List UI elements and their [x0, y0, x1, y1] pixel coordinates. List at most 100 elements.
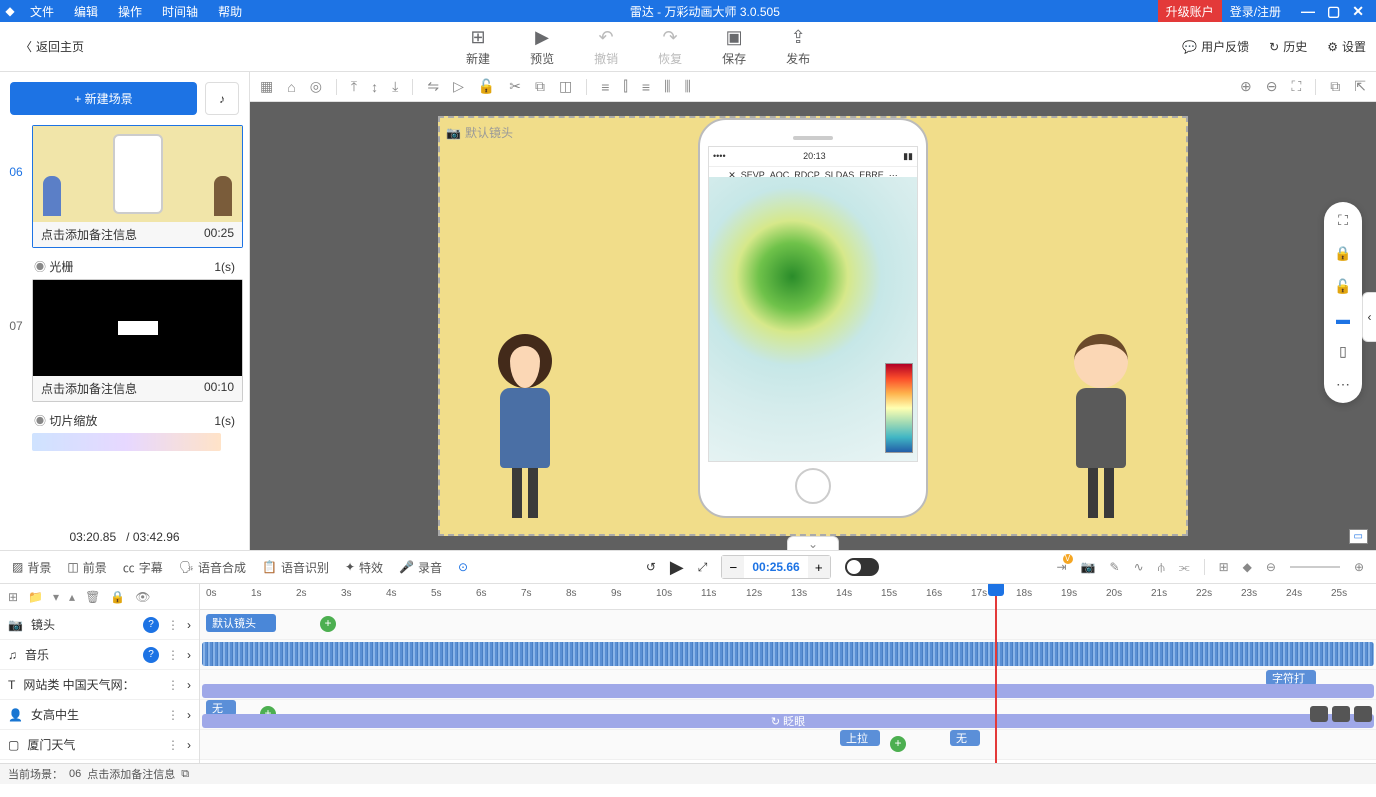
fx-button[interactable]: ✦特效 — [345, 559, 383, 576]
fit-icon[interactable]: ⛶ — [1291, 78, 1301, 95]
minimize-icon[interactable]: — — [1301, 3, 1315, 19]
help-icon[interactable]: ? — [143, 647, 159, 663]
play-icon[interactable]: ◉ — [34, 260, 46, 274]
time-ruler[interactable]: 0s1s2s3s4s5s6s7s8s9s10s11s12s13s14s15s16… — [200, 584, 1376, 610]
scene-thumbnail[interactable] — [33, 126, 242, 222]
track-lanes[interactable]: 0s1s2s3s4s5s6s7s8s9s10s11s12s13s14s15s16… — [200, 584, 1376, 763]
eye-icon[interactable]: 👁 — [135, 590, 150, 604]
menu-timeline[interactable]: 时间轴 — [152, 3, 208, 20]
menu-help[interactable]: 帮助 — [208, 3, 252, 20]
tts-button[interactable]: 🗣语音合成 — [179, 559, 246, 576]
track-row[interactable]: 无 + ↻ 眨眼 — [200, 700, 1376, 730]
zoom-out-icon[interactable]: ⊖ — [1266, 78, 1278, 95]
scene-stage[interactable]: 📷 默认镜头 ••••20:13▮▮ ✕ SEVP_AOC_RDCP_SLDAS… — [438, 116, 1188, 536]
target-icon[interactable]: ◎ — [310, 78, 322, 95]
track-menu[interactable]: ⋮ — [167, 738, 179, 752]
zoom-in-icon[interactable]: ⊕ — [1240, 78, 1252, 95]
record-button[interactable]: 🎤录音 — [399, 559, 442, 576]
play-button[interactable]: ▶ — [670, 557, 684, 578]
marker-icon[interactable]: ◆ — [1243, 560, 1252, 574]
zoom-in-tl-icon[interactable]: ⊕ — [1354, 560, 1364, 574]
duplicate-icon[interactable]: ⧉ — [1330, 78, 1340, 95]
chevron-icon[interactable]: › — [187, 618, 191, 632]
audio-clip[interactable] — [202, 642, 1374, 666]
back-button[interactable]: 〈 返回主页 — [10, 38, 94, 55]
home-icon[interactable]: ⌂ — [287, 79, 295, 95]
asr-button[interactable]: 📋语音识别 — [262, 559, 329, 576]
flip-v-icon[interactable]: ▷ — [453, 78, 464, 95]
trash-icon[interactable]: 🗑 — [85, 590, 100, 604]
more-icon[interactable]: ⋯ — [1336, 376, 1350, 393]
chevron-icon[interactable]: › — [187, 738, 191, 752]
track-menu[interactable]: ⋮ — [167, 618, 179, 632]
feedback-button[interactable]: 💬用户反馈 — [1182, 38, 1249, 55]
phone-element[interactable]: ••••20:13▮▮ ✕ SEVP_AOC_RDCP_SLDAS_EBRE ⋯… — [698, 118, 928, 518]
subtitle-button[interactable]: ㏄字幕 — [123, 559, 163, 576]
track-row[interactable]: 字符打 — [200, 670, 1376, 700]
wave-icon[interactable]: ∿ — [1134, 560, 1144, 574]
track-row[interactable]: 默认镜头 + — [200, 610, 1376, 640]
dist-h-icon[interactable]: ⫼ — [664, 78, 670, 95]
playhead[interactable] — [995, 584, 997, 763]
track-header[interactable]: 👤女高中生⋮› — [0, 700, 199, 730]
align-vmid-icon[interactable]: ↕ — [371, 79, 378, 95]
preview-button[interactable]: ▶预览 — [530, 27, 554, 67]
layer-icon[interactable]: ▦ — [260, 78, 273, 95]
lock-track-icon[interactable]: 🔒 — [110, 590, 125, 604]
up-icon[interactable]: ▴ — [69, 590, 75, 604]
zoom-slider[interactable] — [1290, 566, 1340, 568]
camera-icon[interactable]: 📷 — [1081, 560, 1096, 574]
chevron-icon[interactable]: › — [187, 708, 191, 722]
add-track-icon[interactable]: ⊞ — [8, 590, 18, 604]
play-icon[interactable]: ◉ — [34, 414, 46, 428]
zoom-out-tl-icon[interactable]: ⊖ — [1266, 560, 1276, 574]
flip-h-icon[interactable]: ⇋ — [427, 78, 439, 95]
scene-thumbnail[interactable] — [33, 280, 242, 376]
bg-button[interactable]: ▨背景 — [12, 559, 51, 576]
chevron-icon[interactable]: › — [187, 648, 191, 662]
aspect-badge[interactable]: ▭ — [1349, 529, 1368, 544]
keyframe-in-icon[interactable]: ⇥ — [1056, 560, 1066, 574]
rewind-icon[interactable]: ↺ — [646, 560, 656, 574]
track-menu[interactable]: ⋮ — [167, 648, 179, 662]
lock-icon[interactable]: 🔓 — [478, 78, 495, 95]
time-input[interactable]: − 00:25.66 + — [721, 555, 830, 579]
align-right-icon[interactable]: ≡ — [642, 79, 650, 95]
menu-action[interactable]: 操作 — [108, 3, 152, 20]
track-header[interactable]: 📷镜头?⋮› — [0, 610, 199, 640]
add-keyframe[interactable]: + — [890, 736, 906, 752]
close-icon[interactable]: ✕ — [1352, 3, 1364, 20]
align-bottom-icon[interactable]: ⤓ — [392, 78, 398, 95]
device-icon[interactable]: ▯ — [1339, 343, 1347, 360]
edit-icon[interactable]: ✎ — [1110, 560, 1120, 574]
redo-button[interactable]: ↷恢复 — [658, 27, 682, 67]
copy-icon[interactable]: ⧉ — [535, 78, 545, 95]
track-row[interactable]: 上拉 + 无 — [200, 730, 1376, 760]
menu-file[interactable]: 文件 — [20, 3, 64, 20]
menu-edit[interactable]: 编辑 — [64, 3, 108, 20]
settings-button[interactable]: ⚙设置 — [1327, 38, 1366, 55]
new-button[interactable]: ⊞新建 — [466, 27, 490, 67]
link-icon[interactable]: ⫘ — [1179, 560, 1190, 575]
undo-button[interactable]: ↶撤销 — [594, 27, 618, 67]
filter-icon[interactable]: ⫛ — [1158, 560, 1165, 575]
music-button[interactable]: ♪ — [205, 82, 239, 115]
down-icon[interactable]: ▾ — [53, 590, 59, 604]
anim-clip[interactable]: 上拉 — [840, 730, 880, 746]
anim-clip[interactable]: 无 — [950, 730, 980, 746]
export-icon[interactable]: ⇱ — [1354, 78, 1366, 95]
cut-icon[interactable]: ✂ — [509, 78, 521, 95]
add-frame-icon[interactable]: ⊞ — [1219, 560, 1229, 574]
scene-item[interactable]: 06 点击添加备注信息 00:25 — [6, 125, 243, 248]
copy-status-icon[interactable]: ⧉ — [181, 768, 189, 781]
scene-item[interactable]: 07 点击添加备注信息 00:10 — [6, 279, 243, 402]
fg-button[interactable]: ◫前景 — [67, 559, 106, 576]
add-keyframe[interactable]: + — [320, 616, 336, 632]
collapse-handle[interactable]: ⌄ — [787, 536, 839, 550]
character-girl[interactable] — [480, 334, 570, 524]
save-button[interactable]: ▣保存 — [722, 27, 746, 67]
scene-note[interactable]: 点击添加备注信息 — [41, 226, 137, 243]
dist-v-icon[interactable]: ⫼ — [685, 78, 691, 95]
character-clip[interactable]: ↻ 眨眼 — [202, 714, 1374, 728]
text-track-bg[interactable] — [202, 684, 1374, 698]
